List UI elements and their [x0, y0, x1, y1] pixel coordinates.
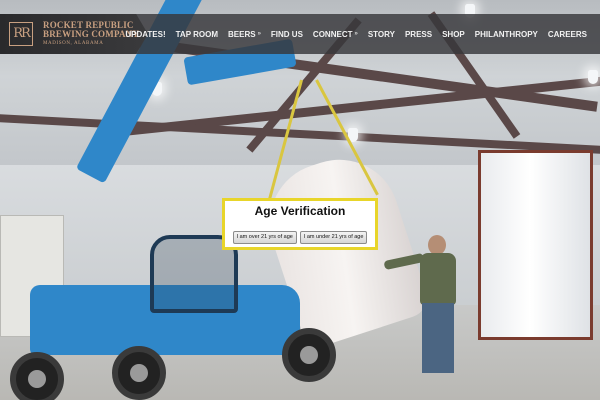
dialog-buttons: I am over 21 yrs of age I am under 21 yr…: [225, 231, 375, 244]
nav-label: FIND US: [270, 29, 303, 39]
nav-beers[interactable]: BEERS»: [223, 30, 266, 39]
nav-tap-room[interactable]: TAP ROOM: [171, 30, 223, 39]
nav-careers[interactable]: CAREERS: [543, 30, 592, 39]
dropdown-arrow-icon: »: [257, 31, 261, 37]
nav-connect[interactable]: CONNECT»: [308, 30, 363, 39]
dialog-title: Age Verification: [254, 204, 346, 218]
brand-logo-icon: RR: [9, 22, 33, 46]
nav-philanthropy[interactable]: PHILANTHROPY: [470, 30, 543, 39]
forklift-wheel: [112, 346, 166, 400]
nav-label: STORY: [367, 29, 395, 39]
nav-label: PHILANTHROPY: [474, 29, 538, 39]
nav-find-us[interactable]: FIND US: [266, 30, 308, 39]
forklift-wheel: [10, 352, 64, 400]
brewing-tank-crated: [478, 150, 593, 340]
dropdown-arrow-icon: »: [354, 31, 358, 37]
main-nav: UPDATES! TAP ROOM BEERS» FIND US CONNECT…: [120, 14, 592, 54]
nav-label: CONNECT: [312, 29, 353, 39]
ceiling-light: [588, 70, 598, 84]
nav-label: BEERS: [228, 29, 256, 39]
under-21-button[interactable]: I am under 21 yrs of age: [299, 231, 368, 244]
nav-label: UPDATES!: [125, 29, 166, 39]
nav-updates[interactable]: UPDATES!: [120, 30, 170, 39]
nav-shop[interactable]: SHOP: [437, 30, 470, 39]
nav-label: PRESS: [404, 29, 433, 39]
nav-label: CAREERS: [547, 29, 587, 39]
worker: [383, 235, 462, 375]
nav-label: TAP ROOM: [175, 29, 219, 39]
over-21-button[interactable]: I am over 21 yrs of age: [232, 231, 297, 244]
forklift-wheel: [282, 328, 336, 382]
nav-press[interactable]: PRESS: [400, 30, 437, 39]
nav-story[interactable]: STORY: [363, 30, 400, 39]
nav-label: SHOP: [442, 29, 465, 39]
age-verification-dialog: Age Verification I am over 21 yrs of age…: [222, 198, 378, 250]
